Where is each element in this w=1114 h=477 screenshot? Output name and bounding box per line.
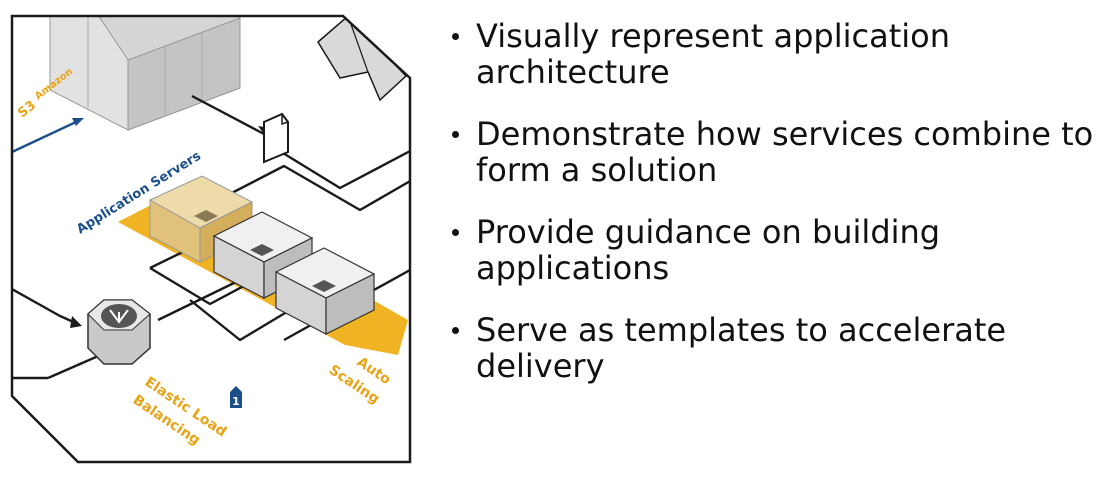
bullet-item: Demonstrate how services combine to form… (452, 116, 1102, 188)
bullet-dot (452, 33, 459, 40)
s3-storage-block (49, 16, 241, 131)
bullet-item: Serve as templates to accelerate deliver… (452, 312, 1102, 384)
bullet-item: Provide guidance on building application… (452, 214, 1102, 286)
bullet-text: Visually represent application architect… (476, 17, 950, 91)
s3-arrow (12, 118, 84, 154)
bullet-text: Provide guidance on building application… (476, 213, 941, 287)
bullet-dot (452, 229, 459, 236)
load-balancer-icon (87, 299, 151, 365)
s3-label: S3 (15, 98, 39, 121)
bullet-dot (452, 327, 459, 334)
architecture-diagram: Amazon S3 Application Servers Auto Scali… (10, 14, 412, 464)
availability-zone-badge: 1 (230, 386, 242, 408)
bullet-dot (452, 131, 459, 138)
bullet-list: Visually represent application architect… (452, 18, 1102, 410)
bullet-text: Serve as templates to accelerate deliver… (476, 311, 1007, 385)
bullet-item: Visually represent application architect… (452, 18, 1102, 90)
external-arrow-icon (317, 16, 408, 102)
bullet-text: Demonstrate how services combine to form… (476, 115, 1094, 189)
az-number: 1 (232, 395, 240, 408)
